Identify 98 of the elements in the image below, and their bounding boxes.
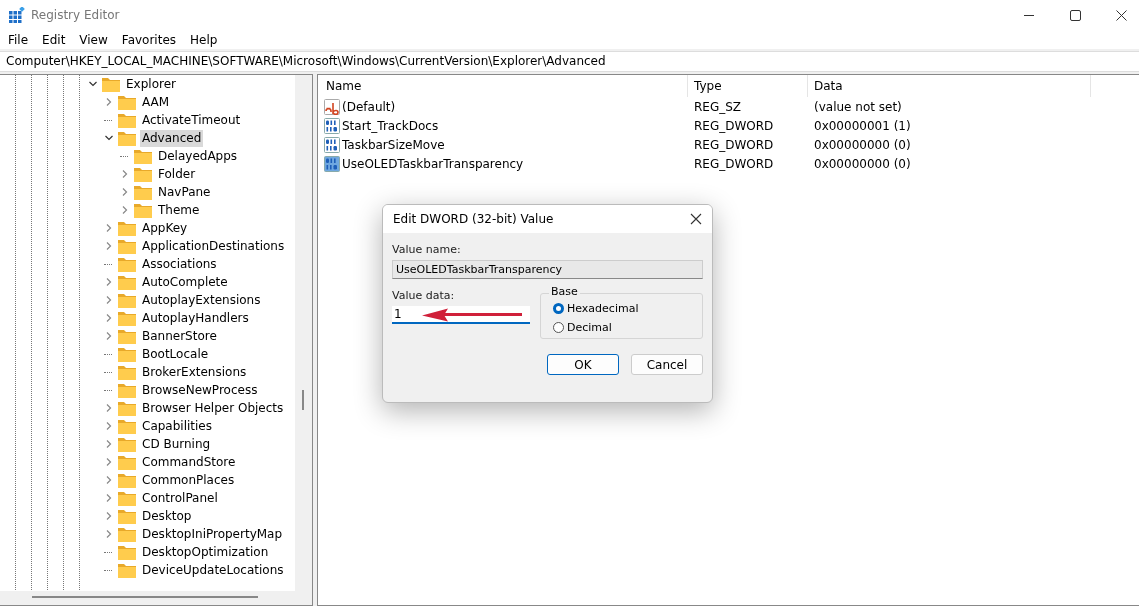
tree-item[interactable]: BrokerExtensions <box>140 363 249 381</box>
tree-item[interactable]: CommandStore <box>140 453 238 471</box>
collapse-chevron-icon[interactable] <box>104 133 114 143</box>
folder-icon <box>102 76 120 92</box>
folder-icon <box>118 454 136 470</box>
tree-item[interactable]: AppKey <box>140 219 190 237</box>
value-name[interactable]: TaskbarSizeMove <box>342 137 445 152</box>
registry-icon <box>9 7 25 23</box>
folder-icon <box>118 382 136 398</box>
value-data: (value not set) <box>813 99 903 114</box>
value-name-field: UseOLEDTaskbarTransparency <box>392 260 703 279</box>
value-type: REG_DWORD <box>693 156 775 171</box>
menu-item[interactable]: View <box>79 32 108 47</box>
folder-icon <box>118 238 136 254</box>
dialog-title: Edit DWORD (32-bit) Value <box>393 212 554 226</box>
menu-item[interactable]: File <box>8 32 29 47</box>
column-header[interactable]: Name <box>318 75 688 97</box>
value-type: REG_DWORD <box>693 137 775 152</box>
value-type: REG_DWORD <box>693 118 775 133</box>
value-data: 0x00000000 (0) <box>813 137 912 152</box>
tree-item[interactable]: NavPane <box>156 183 213 201</box>
tree-item[interactable]: ControlPanel <box>140 489 220 507</box>
tree-item[interactable]: Capabilities <box>140 417 214 435</box>
folder-icon <box>118 562 136 578</box>
tree-item[interactable]: CommonPlaces <box>140 471 237 489</box>
folder-icon <box>118 400 136 416</box>
folder-icon <box>118 472 136 488</box>
expand-chevron-icon[interactable] <box>104 97 114 107</box>
tree-item[interactable]: Theme <box>156 201 202 219</box>
tree-item[interactable]: DelayedApps <box>156 147 240 165</box>
tree-item[interactable]: Associations <box>140 255 219 273</box>
tree-item[interactable]: Explorer <box>124 75 178 93</box>
folder-icon <box>134 148 152 164</box>
tree-item[interactable]: AutoplayExtensions <box>140 291 263 309</box>
maximize-icon[interactable] <box>1070 9 1081 21</box>
radio-label[interactable]: Decimal <box>567 321 612 334</box>
value-name[interactable]: (Default) <box>342 99 396 114</box>
column-header[interactable]: Type <box>688 75 808 97</box>
field-label: Value data: <box>392 289 456 302</box>
tree-item[interactable]: Advanced <box>140 129 204 147</box>
tree-item[interactable]: DeviceUpdateLocations <box>140 561 286 579</box>
folder-icon <box>118 94 136 110</box>
menu-item[interactable]: Help <box>190 32 218 47</box>
folder-icon <box>118 544 136 560</box>
menu-item[interactable]: Edit <box>42 32 66 47</box>
dialog-button[interactable]: Cancel <box>631 354 703 375</box>
folder-icon <box>134 202 152 218</box>
folder-icon <box>118 418 136 434</box>
tree-item[interactable]: BootLocale <box>140 345 211 363</box>
tree-item[interactable]: ActivateTimeout <box>140 111 243 129</box>
column-header[interactable]: Data <box>808 75 1091 97</box>
folder-icon <box>118 256 136 272</box>
tree-item[interactable]: BannerStore <box>140 327 219 345</box>
value-name[interactable]: Start_TrackDocs <box>342 118 439 133</box>
close-icon[interactable] <box>690 213 702 225</box>
close-icon[interactable] <box>1116 9 1127 21</box>
folder-icon <box>118 310 136 326</box>
tree-item[interactable]: DesktopIniPropertyMap <box>140 525 285 543</box>
folder-icon <box>134 166 152 182</box>
folder-icon <box>118 112 136 128</box>
tree-item[interactable]: DesktopOptimization <box>140 543 271 561</box>
folder-icon <box>134 184 152 200</box>
radio-button[interactable] <box>553 322 564 333</box>
folder-icon <box>118 346 136 362</box>
folder-icon <box>118 328 136 344</box>
folder-icon <box>118 220 136 236</box>
folder-icon <box>118 130 136 146</box>
group-label: Base <box>549 285 580 298</box>
folder-icon <box>118 436 136 452</box>
tree-item[interactable]: AutoplayHandlers <box>140 309 251 327</box>
tree-item[interactable]: Browser Helper Objects <box>140 399 286 417</box>
folder-icon <box>118 508 136 524</box>
folder-icon <box>118 364 136 380</box>
collapse-chevron-icon[interactable] <box>88 79 98 89</box>
folder-icon <box>118 490 136 506</box>
scrollbar-thumb[interactable] <box>302 390 304 410</box>
window-title: Registry Editor <box>31 8 120 22</box>
value-name[interactable]: UseOLEDTaskbarTransparency <box>342 156 524 171</box>
menu-item[interactable]: Favorites <box>121 32 177 47</box>
folder-icon <box>118 526 136 542</box>
tree-item[interactable]: AAM <box>140 93 172 111</box>
radio-button[interactable] <box>553 303 564 314</box>
tree-item[interactable]: Desktop <box>140 507 194 525</box>
scrollbar-thumb[interactable] <box>32 596 258 598</box>
tree-item[interactable]: CD Burning <box>140 435 213 453</box>
radio-label[interactable]: Hexadecimal <box>567 302 639 315</box>
tree-item[interactable]: ApplicationDestinations <box>140 237 287 255</box>
tree-item[interactable]: Folder <box>156 165 198 183</box>
tree-item[interactable]: AutoComplete <box>140 273 230 291</box>
address-bar[interactable]: Computer\HKEY_LOCAL_MACHINE\SOFTWARE\Microsoft\Windows\CurrentVersion\Explorer\Advanced <box>0 51 1139 72</box>
tree-item[interactable]: BrowseNewProcess <box>140 381 260 399</box>
folder-icon <box>118 274 136 290</box>
value-type: REG_SZ <box>693 99 743 114</box>
field-label: Value name: <box>392 243 462 256</box>
folder-icon <box>118 292 136 308</box>
dialog-button[interactable]: OK <box>547 354 619 375</box>
value-data: 0x00000000 (0) <box>813 156 912 171</box>
value-data: 0x00000001 (1) <box>813 118 912 133</box>
